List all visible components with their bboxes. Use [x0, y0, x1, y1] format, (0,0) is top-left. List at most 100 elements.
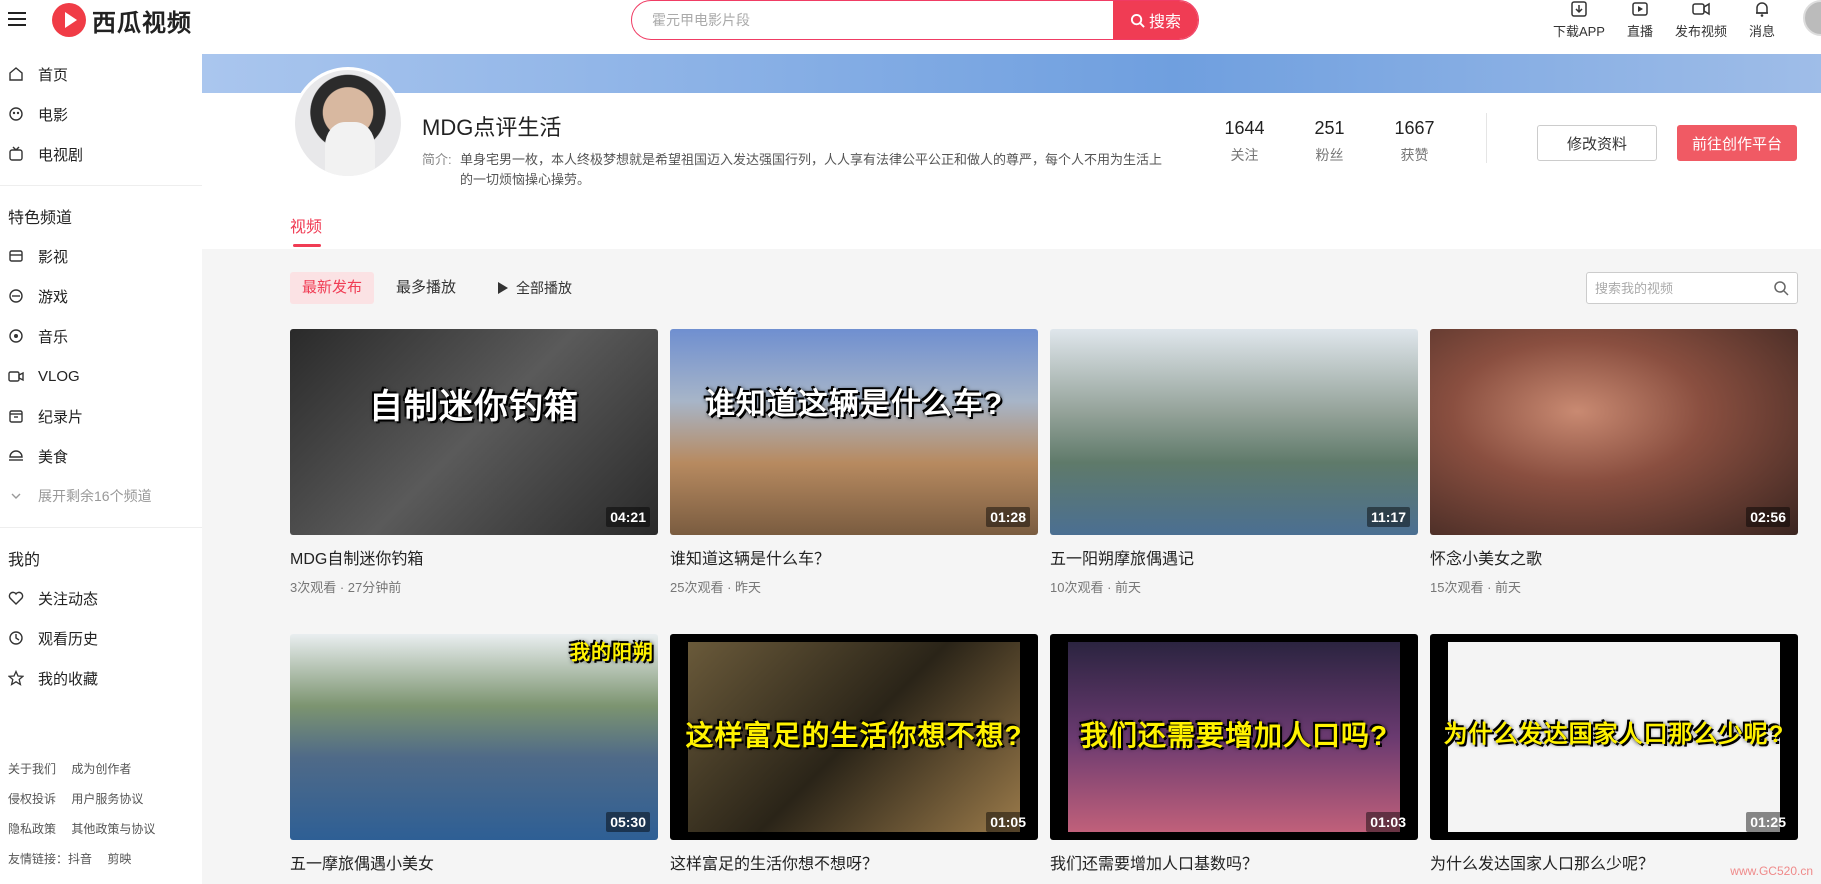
- sidebar-item-documentary[interactable]: 纪录片: [0, 396, 202, 436]
- download-app-label: 下载APP: [1552, 24, 1605, 39]
- search-input[interactable]: [632, 1, 1113, 39]
- sidebar-item-label: 美食: [38, 448, 69, 466]
- food-icon: [9, 450, 23, 461]
- site-logo[interactable]: 西瓜视频: [52, 2, 192, 38]
- footer-link-friends[interactable]: 友情链接：抖音: [8, 852, 92, 866]
- video-card[interactable]: 为什么发达国家人口那么少呢? 01:25 为什么发达国家人口那么少呢？: [1430, 634, 1798, 874]
- video-thumbnail[interactable]: 我的阳朔 05:30: [290, 634, 658, 840]
- sidebar-item-favorites[interactable]: 我的收藏: [0, 658, 202, 698]
- video-duration: 04:21: [606, 507, 650, 527]
- video-card[interactable]: 我的阳朔 05:30 五一摩旅偶遇小美女: [290, 634, 658, 874]
- creator-platform-button[interactable]: 前往创作平台: [1677, 125, 1797, 161]
- stat-fans[interactable]: 251 粉丝: [1287, 118, 1372, 165]
- video-title[interactable]: MDG自制迷你钓箱: [290, 545, 658, 569]
- sidebar-divider: [0, 185, 202, 186]
- video-thumbnail[interactable]: 02:56: [1430, 329, 1798, 535]
- sidebar-item-following[interactable]: 关注动态: [0, 578, 202, 618]
- video-card[interactable]: 自制迷你钓箱 04:21 MDG自制迷你钓箱 3次观看 · 27分钟前: [290, 329, 658, 596]
- video-thumbnail[interactable]: 11:17: [1050, 329, 1418, 535]
- sidebar-item-history[interactable]: 观看历史: [0, 618, 202, 658]
- sidebar-item-label: 游戏: [38, 288, 69, 306]
- heart-icon: [8, 591, 24, 605]
- stats-divider: [1486, 113, 1487, 163]
- footer-link-user-agreement[interactable]: 用户服务协议: [71, 792, 143, 806]
- footer-row: 友情链接：抖音 剪映: [8, 844, 167, 874]
- footer-link-privacy[interactable]: 隐私政策: [8, 822, 56, 836]
- play-all-button[interactable]: 全部播放: [498, 278, 572, 298]
- live-icon: [1632, 2, 1648, 16]
- clock-icon: [9, 631, 23, 645]
- tab-videos[interactable]: 视频: [290, 213, 322, 237]
- thumbnail-caption: 为什么发达国家人口那么少呢?: [1443, 721, 1785, 748]
- sidebar-item-film[interactable]: 电影: [0, 94, 202, 134]
- profile-intro: 简介: 单身宅男一枚，本人终极梦想就是希望祖国迈入发达强国行列，人人享有法律公平…: [422, 150, 1172, 190]
- profile-card: MDG点评生活 简介: 单身宅男一枚，本人终极梦想就是希望祖国迈入发达强国行列，…: [202, 67, 1821, 249]
- stat-label: 粉丝: [1315, 147, 1344, 163]
- video-title[interactable]: 我们还需要增加人口基数吗？: [1050, 850, 1418, 874]
- sidebar-item-home[interactable]: 首页: [0, 54, 202, 94]
- sidebar-item-label: 关注动态: [38, 590, 99, 608]
- sort-bar: 最新发布 最多播放 全部播放: [290, 272, 572, 304]
- sidebar-item-label: 观看历史: [38, 630, 99, 648]
- footer-link-about[interactable]: 关于我们: [8, 762, 56, 776]
- sidebar-item-music[interactable]: 音乐: [0, 316, 202, 356]
- sidebar-item-food[interactable]: 美食: [0, 436, 202, 476]
- chevron-down-icon: [11, 493, 21, 499]
- video-meta: 3次观看 · 27分钟前: [290, 580, 402, 595]
- stat-following[interactable]: 1644 关注: [1202, 118, 1287, 165]
- video-card[interactable]: 谁知道这辆是什么车? 01:28 谁知道这辆是什么车？ 25次观看 · 昨天: [670, 329, 1038, 596]
- search-button[interactable]: 搜索: [1113, 1, 1198, 39]
- edit-profile-button[interactable]: 修改资料: [1537, 125, 1657, 161]
- video-thumbnail[interactable]: 为什么发达国家人口那么少呢? 01:25: [1430, 634, 1798, 840]
- sidebar-footer: 关于我们 成为创作者 侵权投诉 用户服务协议 隐私政策 其他政策与协议 友情链接…: [8, 754, 167, 874]
- video-duration: 01:05: [986, 812, 1030, 832]
- thumbnail-caption: 谁知道这辆是什么车?: [704, 388, 1004, 421]
- video-card[interactable]: 02:56 怀念小美女之歌 15次观看 · 前天: [1430, 329, 1798, 596]
- sort-most-played-button[interactable]: 最多播放: [384, 272, 468, 304]
- intro-text: 单身宅男一枚，本人终极梦想就是希望祖国迈入发达强国行列，人人享有法律公平公正和做…: [460, 152, 1163, 187]
- live-button[interactable]: 直播: [1627, 0, 1653, 40]
- footer-link-other-policies[interactable]: 其他政策与协议: [71, 822, 155, 836]
- footer-link-creator[interactable]: 成为创作者: [71, 762, 131, 776]
- footer-link-jianying[interactable]: 剪映: [107, 852, 131, 866]
- sidebar-item-tv[interactable]: 电视剧: [0, 134, 202, 174]
- download-icon: [1571, 1, 1587, 17]
- thumbnail-caption: 我们还需要增加人口吗?: [1079, 720, 1389, 751]
- video-thumbnail[interactable]: 这样富足的生活你想不想? 01:05: [670, 634, 1038, 840]
- sort-latest-button[interactable]: 最新发布: [290, 272, 375, 304]
- sidebar-item-vlog[interactable]: VLOG: [0, 356, 202, 396]
- video-thumbnail[interactable]: 我们还需要增加人口吗? 01:03: [1050, 634, 1418, 840]
- vlog-icon: [8, 371, 24, 382]
- sidebar-divider: [0, 527, 202, 528]
- sidebar-item-label: 电影: [38, 106, 69, 124]
- search-bar: 搜索: [631, 0, 1199, 40]
- my-video-search-input[interactable]: [1587, 280, 1773, 296]
- top-header: 西瓜视频 搜索 下载APP 直播 发布视频 消息: [0, 0, 1821, 54]
- video-card[interactable]: 这样富足的生活你想不想? 01:05 这样富足的生活你想不想呀？: [670, 634, 1038, 874]
- video-title[interactable]: 五一摩旅偶遇小美女: [290, 850, 658, 874]
- sidebar-item-movies[interactable]: 影视: [0, 236, 202, 276]
- video-title[interactable]: 这样富足的生活你想不想呀？: [670, 850, 1038, 874]
- footer-link-complaint[interactable]: 侵权投诉: [8, 792, 56, 806]
- profile-avatar[interactable]: [292, 67, 404, 179]
- download-app-button[interactable]: 下载APP: [1553, 0, 1605, 40]
- video-title[interactable]: 怀念小美女之歌: [1430, 545, 1798, 569]
- user-avatar[interactable]: [1803, 0, 1821, 36]
- video-duration: 01:03: [1366, 812, 1410, 832]
- upload-video-button[interactable]: 发布视频: [1675, 0, 1727, 40]
- documentary-icon: [9, 410, 23, 423]
- stat-label: 获赞: [1400, 147, 1429, 163]
- expand-channels-button[interactable]: 展开剩余16个频道: [0, 476, 202, 516]
- video-duration: 01:25: [1746, 812, 1790, 832]
- hamburger-menu-icon[interactable]: [8, 12, 26, 28]
- messages-button[interactable]: 消息: [1749, 0, 1775, 40]
- search-icon[interactable]: [1773, 280, 1789, 296]
- sidebar-item-games[interactable]: 游戏: [0, 276, 202, 316]
- play-logo-icon: [52, 3, 86, 37]
- video-thumbnail[interactable]: 自制迷你钓箱 04:21: [290, 329, 658, 535]
- video-card[interactable]: 11:17 五一阳朔摩旅偶遇记 10次观看 · 前天: [1050, 329, 1418, 596]
- video-card[interactable]: 我们还需要增加人口吗? 01:03 我们还需要增加人口基数吗？: [1050, 634, 1418, 874]
- video-thumbnail[interactable]: 谁知道这辆是什么车? 01:28: [670, 329, 1038, 535]
- video-title[interactable]: 谁知道这辆是什么车？: [670, 545, 1038, 569]
- video-title[interactable]: 五一阳朔摩旅偶遇记: [1050, 545, 1418, 569]
